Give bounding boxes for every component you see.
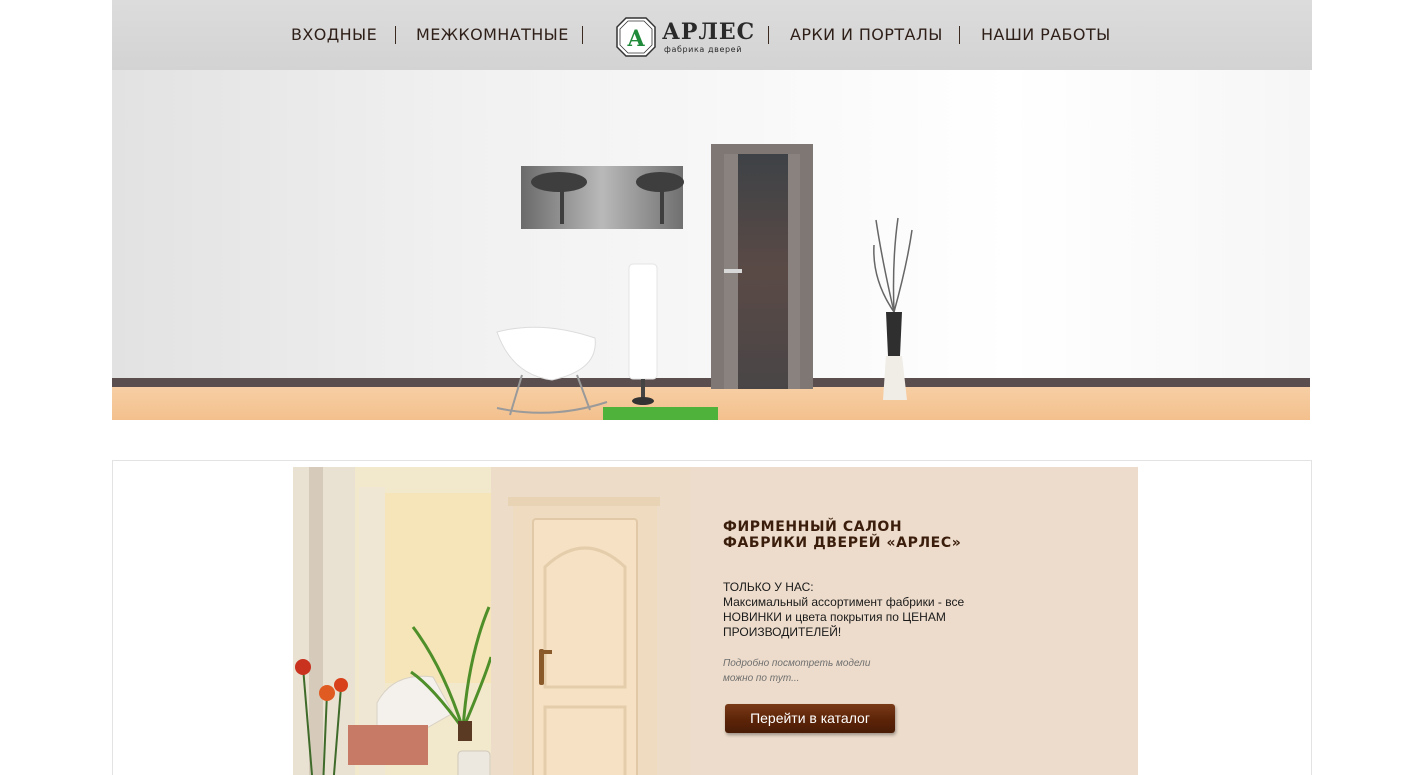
nav-item-interior[interactable]: МЕЖКОМНАТНЫЕ (416, 24, 569, 46)
nav-item-arches[interactable]: АРКИ И ПОРТАЛЫ (790, 24, 943, 46)
vase-top (886, 312, 902, 356)
door-handle (724, 269, 742, 273)
promo-door (532, 518, 638, 775)
nav-separator (768, 26, 769, 44)
catalog-button[interactable]: Перейти в каталог (725, 704, 895, 733)
green-rug (603, 407, 718, 420)
nav-separator (959, 26, 960, 44)
white-chair (496, 326, 596, 381)
promo-section: ФИРМЕННЫЙ САЛОН ФАБРИКИ ДВЕРЕЙ «АРЛЕС» Т… (112, 460, 1312, 775)
vase-base (883, 356, 907, 400)
promo-banner: ФИРМЕННЫЙ САЛОН ФАБРИКИ ДВЕРЕЙ «АРЛЕС» Т… (293, 467, 1138, 775)
logo-emblem-icon: A (616, 17, 656, 57)
door-glass (738, 154, 788, 389)
floor-lamp (628, 263, 658, 380)
logo-wordmark: АРЛЕС (662, 19, 756, 45)
nav-item-entrance[interactable]: ВХОДНЫЕ (291, 24, 377, 46)
brand-logo[interactable]: A АРЛЕС фабрика дверей (616, 17, 754, 57)
handbag (457, 750, 491, 775)
vase-twigs (873, 217, 913, 313)
promo-title: ФИРМЕННЫЙ САЛОН ФАБРИКИ ДВЕРЕЙ «АРЛЕС» (723, 519, 1043, 551)
promo-title-line: ФИРМЕННЫЙ САЛОН (723, 519, 903, 535)
logo-mark-letter: A (626, 26, 645, 52)
logo-subtitle: фабрика дверей (664, 45, 742, 54)
nav-separator (395, 26, 396, 44)
promo-note: Подробно посмотреть модели можно по тут.… (723, 656, 923, 686)
nav-separator (582, 26, 583, 44)
hero-banner (112, 70, 1310, 420)
promo-note-line: Подробно посмотреть модели (723, 658, 871, 669)
nav-item-portfolio[interactable]: НАШИ РАБОТЫ (981, 24, 1111, 46)
pink-blanket (348, 725, 428, 765)
main-nav: ВХОДНЫЕ МЕЖКОМНАТНЫЕ A АРЛЕС фабрика две… (112, 0, 1312, 70)
promo-description: ТОЛЬКО У НАС: Максимальный ассортимент ф… (723, 580, 965, 639)
promo-note-line: можно по тут... (723, 673, 800, 684)
hero-interior-image (112, 144, 1310, 420)
door-cornice (508, 497, 660, 506)
site-header: ВХОДНЫЕ МЕЖКОМНАТНЫЕ A АРЛЕС фабрика две… (112, 0, 1312, 70)
promo-title-line: ФАБРИКИ ДВЕРЕЙ «АРЛЕС» (723, 535, 962, 551)
door-handle-brass (539, 649, 544, 685)
